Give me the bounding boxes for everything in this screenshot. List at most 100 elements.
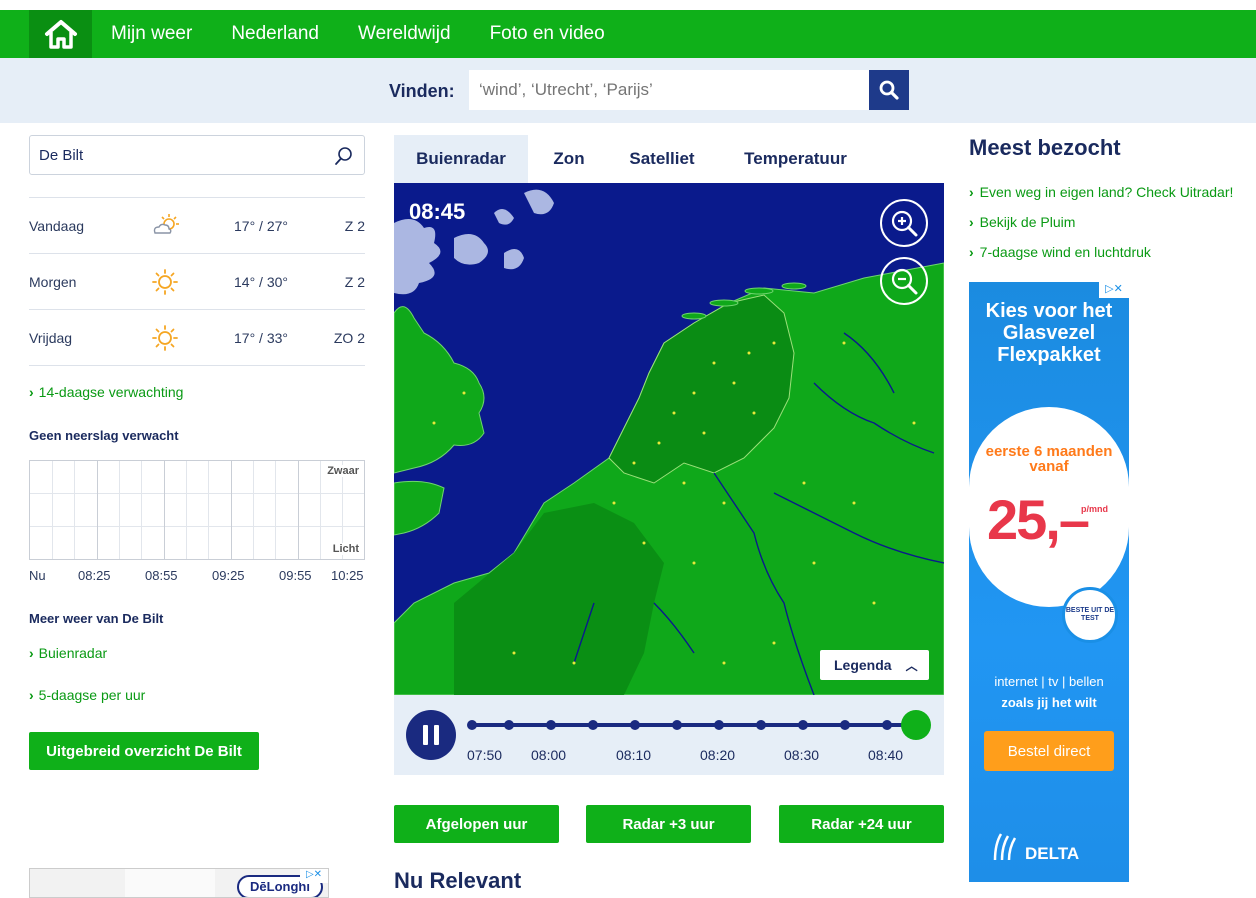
zoom-out-icon <box>891 268 918 295</box>
rain-light-label: Licht <box>332 543 359 555</box>
nav-mijn-weer[interactable]: Mijn weer <box>111 23 192 45</box>
radar-timeline: 07:50 08:00 08:10 08:20 08:30 08:40 <box>394 695 944 775</box>
ad-tagline: zoals jij het wilt <box>1001 695 1097 710</box>
link-5-daagse[interactable]: › 5-daagse per uur <box>29 687 145 703</box>
chevron-right-icon: › <box>29 384 34 400</box>
timeline-label: 08:30 <box>784 747 820 763</box>
divider <box>29 365 365 366</box>
timeline-handle[interactable] <box>901 710 931 740</box>
radar-time: 08:45 <box>409 199 466 224</box>
pause-button[interactable] <box>406 710 456 760</box>
timeline-step[interactable] <box>798 720 808 730</box>
zoom-in-icon <box>891 210 918 237</box>
search-icon <box>335 147 352 165</box>
legend-button[interactable]: Legenda ︿ <box>820 650 929 680</box>
timeline-step[interactable] <box>467 720 477 730</box>
timeline-step[interactable] <box>714 720 724 730</box>
bottom-ad[interactable]: DēLonghi ▷✕ <box>29 868 329 898</box>
link-uitradar[interactable]: › Even weg in eigen land? Check Uitradar! <box>969 184 1233 200</box>
ad-headline: Kies voor het Glasvezel Flexpakket <box>985 300 1113 366</box>
partly-cloudy-sun-icon <box>153 214 179 234</box>
radar-map[interactable]: 08:45 Legenda ︿ <box>394 183 944 695</box>
timeline-step[interactable] <box>504 720 514 730</box>
top-strip <box>0 0 1256 10</box>
forecast-row-vrijdag[interactable]: Vrijdag 17° / 33° ZO 2 <box>29 310 365 366</box>
rain-time: 08:55 <box>145 568 178 583</box>
forecast-wind: Z 2 <box>344 274 365 290</box>
link-pluim[interactable]: › Bekijk de Pluim <box>969 214 1075 230</box>
forecast-row-vandaag[interactable]: Vandaag 17° / 27° Z 2 <box>29 198 365 254</box>
tab-satelliet[interactable]: Satelliet <box>614 135 710 183</box>
forecast-wind: Z 2 <box>344 218 365 234</box>
zoom-in-button[interactable] <box>880 199 928 247</box>
nu-relevant-heading: Nu Relevant <box>394 868 522 893</box>
chevron-right-icon: › <box>29 645 34 661</box>
chevron-up-icon: ︿ <box>905 658 918 673</box>
ad-price: 25,– <box>987 488 1090 551</box>
timeline-label: 07:50 <box>467 747 503 763</box>
ad-badge: BESTE UIT DE TEST <box>1062 587 1118 643</box>
rain-time: Nu <box>29 568 46 583</box>
location-value: De Bilt <box>39 147 84 164</box>
search-band: Vinden: <box>0 58 1256 123</box>
nav-wereldwijd[interactable]: Wereldwijd <box>358 23 451 45</box>
link-14-daagse[interactable]: › 14-daagse verwachting <box>29 384 183 400</box>
timeline-step[interactable] <box>630 720 640 730</box>
rain-time: 09:25 <box>212 568 245 583</box>
zoom-out-button[interactable] <box>880 257 928 305</box>
location-search[interactable]: De Bilt <box>29 135 365 175</box>
home-button[interactable] <box>29 10 92 58</box>
timeline-label: 08:40 <box>868 747 904 763</box>
forecast-day: Vandaag <box>29 218 85 234</box>
timeline-step[interactable] <box>588 720 598 730</box>
chevron-right-icon: › <box>29 687 34 703</box>
ad-per-month: p/mnd <box>1081 504 1108 514</box>
ad-cta-button[interactable]: Bestel direct <box>984 731 1114 771</box>
radar-tabs: Buienradar Zon Satelliet Temperatuur <box>394 135 944 183</box>
link-7-daagse-wind[interactable]: › 7-daagse wind en luchtdruk <box>969 244 1151 260</box>
tab-temperatuur[interactable]: Temperatuur <box>727 135 864 183</box>
forecast-row-morgen[interactable]: Morgen 14° / 30° Z 2 <box>29 254 365 310</box>
radar-24-uur-button[interactable]: Radar +24 uur <box>779 805 944 843</box>
search-button[interactable] <box>869 70 909 110</box>
ad-services: internet | tv | bellen <box>994 674 1104 689</box>
link-buienradar[interactable]: › Buienradar <box>29 645 107 661</box>
afgelopen-uur-button[interactable]: Afgelopen uur <box>394 805 559 843</box>
ad-offer-text: eerste 6 maanden vanaf <box>985 443 1113 475</box>
chevron-right-icon: › <box>969 214 974 230</box>
delta-logo-icon <box>993 833 1017 861</box>
rain-heavy-label: Zwaar <box>327 465 359 477</box>
search-input[interactable] <box>469 70 869 110</box>
ad-brand: DELTA <box>1025 844 1080 863</box>
main-nav: Mijn weer Nederland Wereldwijd Foto en v… <box>0 10 1256 58</box>
timeline-step[interactable] <box>882 720 892 730</box>
rain-time: 10:25 <box>331 568 364 583</box>
nav-foto-en-video[interactable]: Foto en video <box>490 23 605 45</box>
forecast-wind: ZO 2 <box>333 330 365 346</box>
more-title: Meer weer van De Bilt <box>29 611 164 626</box>
forecast-temp: 17° / 27° <box>234 218 289 234</box>
chevron-right-icon: › <box>969 244 974 260</box>
delta-ad[interactable]: ▷✕ Kies voor het Glasvezel Flexpakket ee… <box>969 282 1129 882</box>
timeline-step[interactable] <box>756 720 766 730</box>
timeline-step[interactable] <box>546 720 556 730</box>
radar-map-graphic <box>394 189 944 695</box>
overview-button[interactable]: Uitgebreid overzicht De Bilt <box>29 732 259 770</box>
ad-close-icon[interactable]: ▷✕ <box>300 869 328 883</box>
chevron-right-icon: › <box>969 184 974 200</box>
ad-close-icon[interactable]: ▷✕ <box>1099 282 1129 298</box>
tab-zon[interactable]: Zon <box>541 135 597 183</box>
nav-nederland[interactable]: Nederland <box>231 23 319 45</box>
timeline-step[interactable] <box>840 720 850 730</box>
timeline-label: 08:20 <box>700 747 736 763</box>
forecast-day: Vrijdag <box>29 330 73 346</box>
timeline-label: 08:00 <box>531 747 567 763</box>
forecast-temp: 14° / 30° <box>234 274 289 290</box>
home-icon <box>44 20 77 49</box>
search-label: Vinden: <box>389 81 455 101</box>
radar-3-uur-button[interactable]: Radar +3 uur <box>586 805 751 843</box>
rain-time: 09:55 <box>279 568 312 583</box>
timeline-step[interactable] <box>672 720 682 730</box>
tab-buienradar[interactable]: Buienradar <box>394 135 528 183</box>
timeline-label: 08:10 <box>616 747 652 763</box>
